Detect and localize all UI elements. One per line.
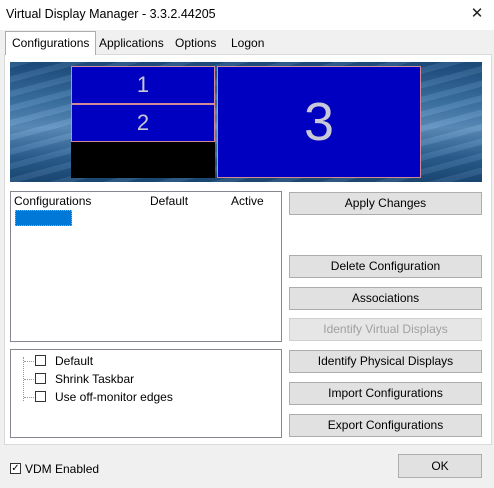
tree-branch [24, 397, 34, 398]
check-icon: ✓ [11, 463, 20, 474]
close-button[interactable]: ✕ [466, 4, 488, 24]
import-configurations-button[interactable]: Import Configurations [289, 382, 482, 405]
default-checkbox[interactable] [35, 355, 46, 366]
default-label[interactable]: Default [55, 354, 93, 368]
tab-configurations[interactable]: Configurations [5, 31, 97, 55]
window-title: Virtual Display Manager - 3.3.2.44205 [6, 7, 216, 21]
shrink-taskbar-checkbox[interactable] [35, 373, 46, 384]
associations-button[interactable]: Associations [289, 287, 482, 310]
monitor-2[interactable]: 2 [71, 104, 215, 142]
vdm-enabled-label[interactable]: VDM Enabled [25, 462, 99, 476]
display-preview: 1 2 3 [10, 62, 482, 182]
monitor-1[interactable]: 1 [71, 66, 215, 104]
ok-button[interactable]: OK [398, 454, 482, 478]
column-header-configurations[interactable]: Configurations [14, 194, 91, 208]
off-monitor-edges-checkbox[interactable] [35, 391, 46, 402]
identify-virtual-displays-button[interactable]: Identify Virtual Displays [289, 318, 482, 341]
list-item[interactable] [15, 210, 72, 226]
shrink-taskbar-label[interactable]: Shrink Taskbar [55, 372, 134, 386]
tab-logon[interactable]: Logon [225, 33, 270, 53]
tab-options[interactable]: Options [169, 33, 222, 53]
tree-branch [24, 379, 34, 380]
export-configurations-button[interactable]: Export Configurations [289, 414, 482, 437]
monitor-3[interactable]: 3 [217, 66, 421, 178]
tab-applications[interactable]: Applications [93, 33, 170, 53]
column-header-default[interactable]: Default [150, 194, 188, 208]
vdm-enabled-checkbox[interactable]: ✓ [10, 463, 21, 474]
close-icon: ✕ [470, 5, 484, 22]
identify-physical-displays-button[interactable]: Identify Physical Displays [289, 350, 482, 373]
tree-branch [24, 361, 34, 362]
monitor-blank-area [71, 142, 215, 178]
apply-changes-button[interactable]: Apply Changes [289, 192, 482, 215]
column-header-active[interactable]: Active [231, 194, 264, 208]
delete-configuration-button[interactable]: Delete Configuration [289, 255, 482, 278]
off-monitor-edges-label[interactable]: Use off-monitor edges [55, 390, 173, 404]
